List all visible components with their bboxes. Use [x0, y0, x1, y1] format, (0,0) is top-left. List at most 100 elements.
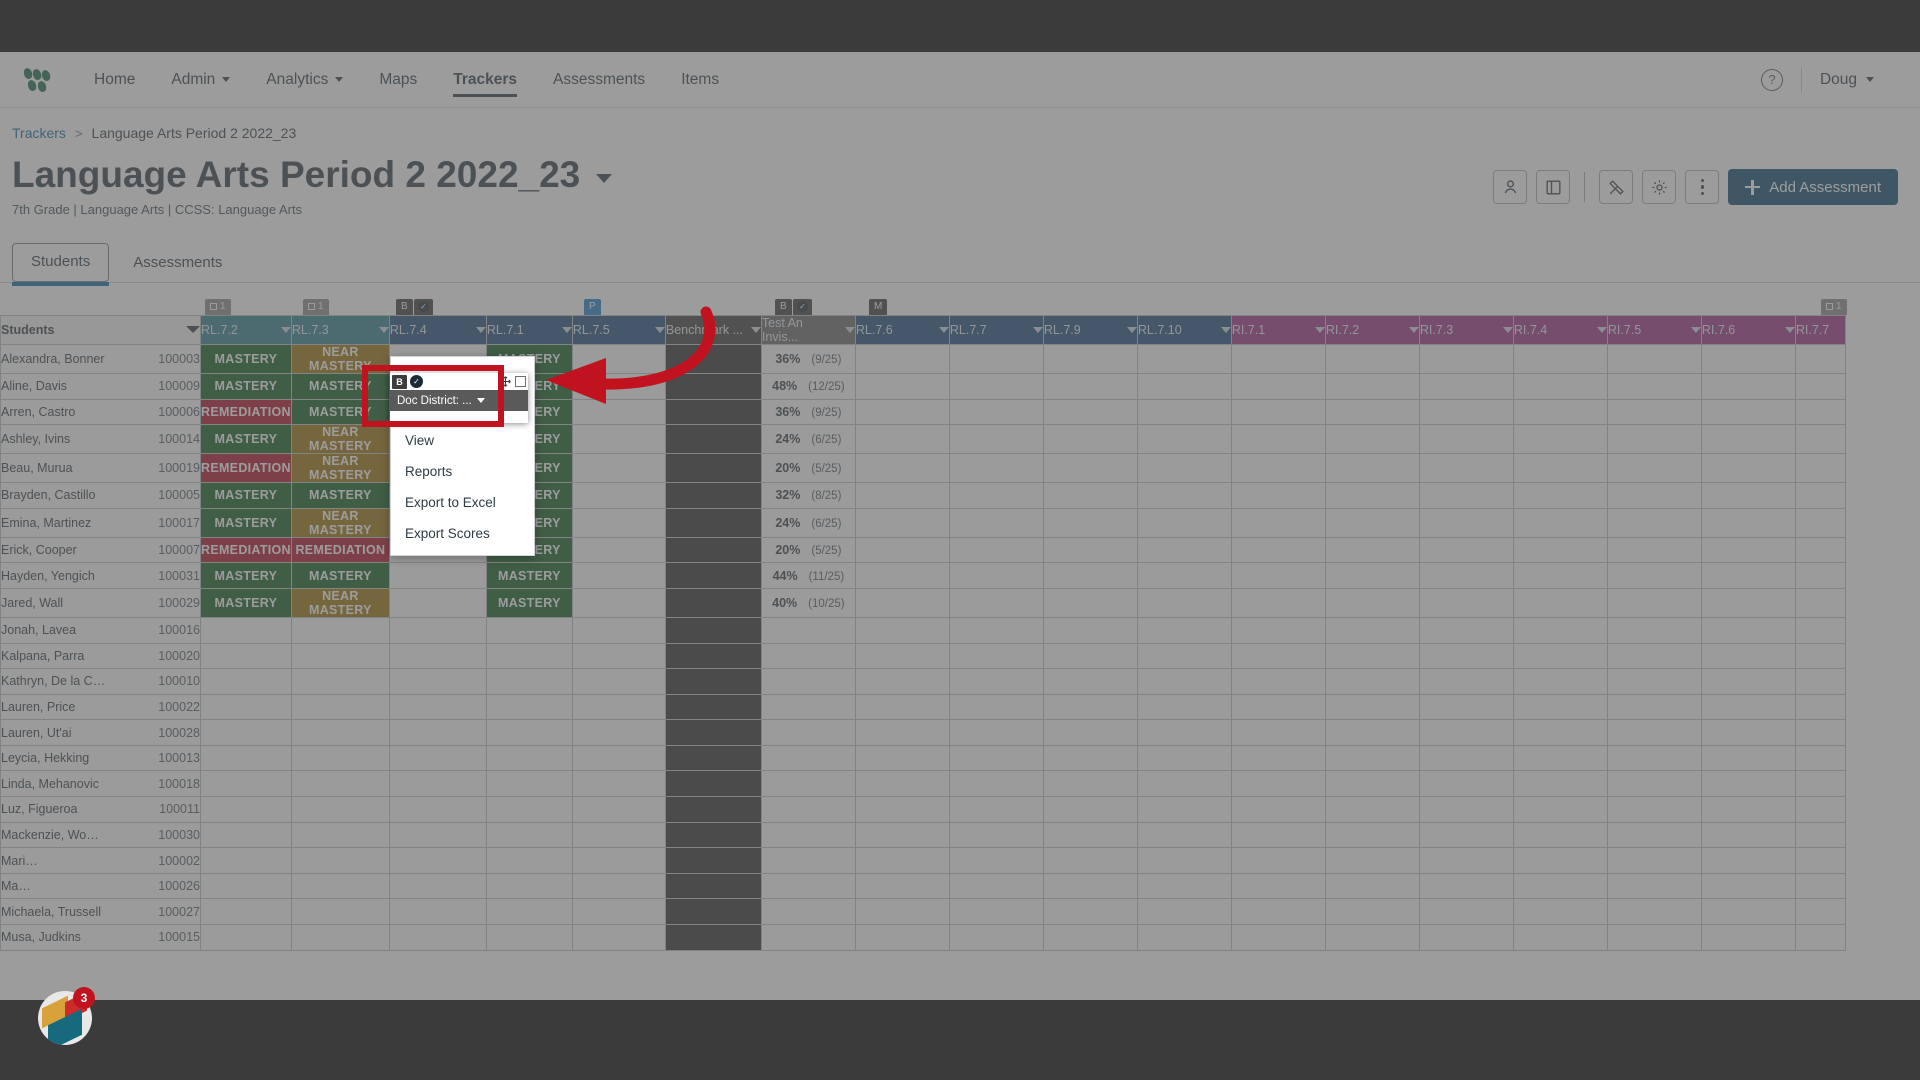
grid-cell[interactable]: [664, 770, 762, 798]
grid-cell[interactable]: [1042, 821, 1138, 849]
column-header-ri-7-7[interactable]: RI.7.7: [1794, 314, 1846, 345]
student-name-cell[interactable]: Arren, Castro 100006: [0, 398, 201, 426]
chevron-down-icon[interactable]: [1126, 326, 1137, 333]
grid-cell[interactable]: [1700, 924, 1796, 951]
grid-cell[interactable]: [854, 796, 950, 823]
grid-cell[interactable]: [1700, 796, 1796, 823]
grid-cell[interactable]: [571, 924, 666, 951]
grid-cell[interactable]: [571, 398, 666, 426]
grid-cell[interactable]: [1700, 562, 1796, 589]
table-row[interactable]: Lauren, Ut'ai 100028: [0, 719, 1846, 746]
grid-cell[interactable]: [290, 872, 390, 900]
grid-cell[interactable]: [388, 796, 487, 823]
chevron-down-icon[interactable]: [1032, 326, 1043, 333]
grid-cell[interactable]: [664, 796, 762, 823]
grid-cell[interactable]: [1324, 898, 1420, 926]
grid-cell[interactable]: [571, 536, 666, 564]
grid-cell[interactable]: [854, 562, 950, 589]
grid-cell[interactable]: [1794, 847, 1846, 874]
grid-cell[interactable]: [485, 693, 573, 721]
grid-cell[interactable]: [1230, 693, 1326, 721]
student-name-cell[interactable]: Ma… 100026: [0, 872, 201, 900]
grid-cell[interactable]: [1324, 372, 1420, 400]
grid-cell[interactable]: [1136, 719, 1232, 746]
grid-cell[interactable]: [200, 847, 292, 874]
grid-cell[interactable]: [854, 693, 950, 721]
grid-cell[interactable]: [571, 507, 666, 538]
grid-cell[interactable]: [760, 821, 856, 849]
grid-cell[interactable]: [1324, 872, 1420, 900]
grid-cell[interactable]: [1418, 924, 1514, 951]
grid-cell[interactable]: [1794, 821, 1846, 849]
grid-cell[interactable]: [1230, 719, 1326, 746]
grid-cell[interactable]: 36% (9/25): [760, 398, 856, 426]
screen-recorder-widget[interactable]: B ✓ Doc District: ...: [390, 373, 528, 423]
column-header-test-an-invis-[interactable]: Test An Invis...: [760, 314, 856, 345]
grid-cell[interactable]: [200, 872, 292, 900]
user-menu[interactable]: Doug: [1820, 71, 1888, 89]
grid-cell[interactable]: [200, 693, 292, 721]
grid-cell[interactable]: [664, 398, 762, 426]
grid-cell[interactable]: [854, 847, 950, 874]
panel-icon-button[interactable]: [1536, 170, 1571, 204]
grid-cell[interactable]: [1136, 507, 1232, 538]
grid-cell[interactable]: [571, 821, 666, 849]
mastery-cell[interactable]: MASTERY: [485, 562, 573, 589]
grid-cell[interactable]: [200, 719, 292, 746]
add-assessment-button[interactable]: Add Assessment: [1728, 169, 1898, 205]
student-name-cell[interactable]: Lauren, Price 100022: [0, 693, 201, 721]
grid-cell[interactable]: [1418, 770, 1514, 798]
grid-cell[interactable]: [1230, 898, 1326, 926]
student-name-cell[interactable]: Kathryn, De la C… 100010: [0, 668, 201, 695]
grid-cell[interactable]: [1042, 770, 1138, 798]
grid-cell[interactable]: [1700, 372, 1796, 400]
grid-cell[interactable]: [1418, 424, 1514, 455]
recorder-b-icon[interactable]: B: [392, 374, 407, 389]
grid-cell[interactable]: [1700, 668, 1796, 695]
grid-cell[interactable]: [854, 372, 950, 400]
nav-item-trackers[interactable]: Trackers: [435, 52, 535, 107]
grid-cell[interactable]: [1512, 924, 1608, 951]
grid-cell[interactable]: [664, 642, 762, 670]
gear-icon-button[interactable]: [1642, 170, 1677, 204]
grid-cell[interactable]: [1606, 719, 1702, 746]
grid-cell[interactable]: [760, 898, 856, 926]
grid-cell[interactable]: [948, 821, 1044, 849]
grid-cell[interactable]: [571, 343, 666, 374]
grid-cell[interactable]: [948, 536, 1044, 564]
grid-cell[interactable]: [854, 821, 950, 849]
grid-cell[interactable]: [948, 453, 1044, 484]
grid-cell[interactable]: [664, 482, 762, 509]
grid-cell[interactable]: 40% (10/25): [760, 587, 856, 618]
column-header-rl-7-10[interactable]: RL.7.10: [1136, 314, 1232, 345]
column-header-rl-7-1[interactable]: RL.7.1: [485, 314, 573, 345]
table-row[interactable]: Alexandra, Bonner 100003 MASTERY NEAR MASTE…: [0, 343, 1846, 374]
student-name-cell[interactable]: Brayden, Castillo 100005: [0, 482, 201, 509]
student-name-cell[interactable]: Leycia, Hekking 100013: [0, 744, 201, 772]
table-row[interactable]: Erick, Cooper 100007 REMEDIATION REMEDIATIO…: [0, 536, 1846, 564]
grid-cell[interactable]: 20% (5/25): [760, 453, 856, 484]
grid-cell[interactable]: [571, 482, 666, 509]
grid-cell[interactable]: [1700, 693, 1796, 721]
mastery-cell[interactable]: NEAR MASTERY: [290, 424, 390, 455]
chevron-down-icon[interactable]: [378, 326, 389, 333]
student-name-cell[interactable]: Jonah, Lavea 100016: [0, 616, 201, 644]
table-row[interactable]: Linda, Mehanovic 100018: [0, 770, 1846, 798]
grid-cell[interactable]: [1230, 872, 1326, 900]
grid-cell[interactable]: [1324, 693, 1420, 721]
grid-cell[interactable]: [1324, 847, 1420, 874]
grid-cell[interactable]: [1794, 693, 1846, 721]
nav-item-admin[interactable]: Admin: [153, 52, 248, 107]
grid-cell[interactable]: [948, 587, 1044, 618]
grid-cell[interactable]: [1512, 872, 1608, 900]
grid-cell[interactable]: [1512, 796, 1608, 823]
grid-cell[interactable]: [1418, 616, 1514, 644]
grid-cell[interactable]: [1512, 770, 1608, 798]
grid-cell[interactable]: [760, 693, 856, 721]
grid-cell[interactable]: [1136, 424, 1232, 455]
grid-cell[interactable]: [1606, 398, 1702, 426]
table-row[interactable]: Mackenzie, Wo… 100030: [0, 821, 1846, 849]
grid-cell[interactable]: [1042, 744, 1138, 772]
grid-cell[interactable]: [1606, 372, 1702, 400]
grid-cell[interactable]: [664, 898, 762, 926]
